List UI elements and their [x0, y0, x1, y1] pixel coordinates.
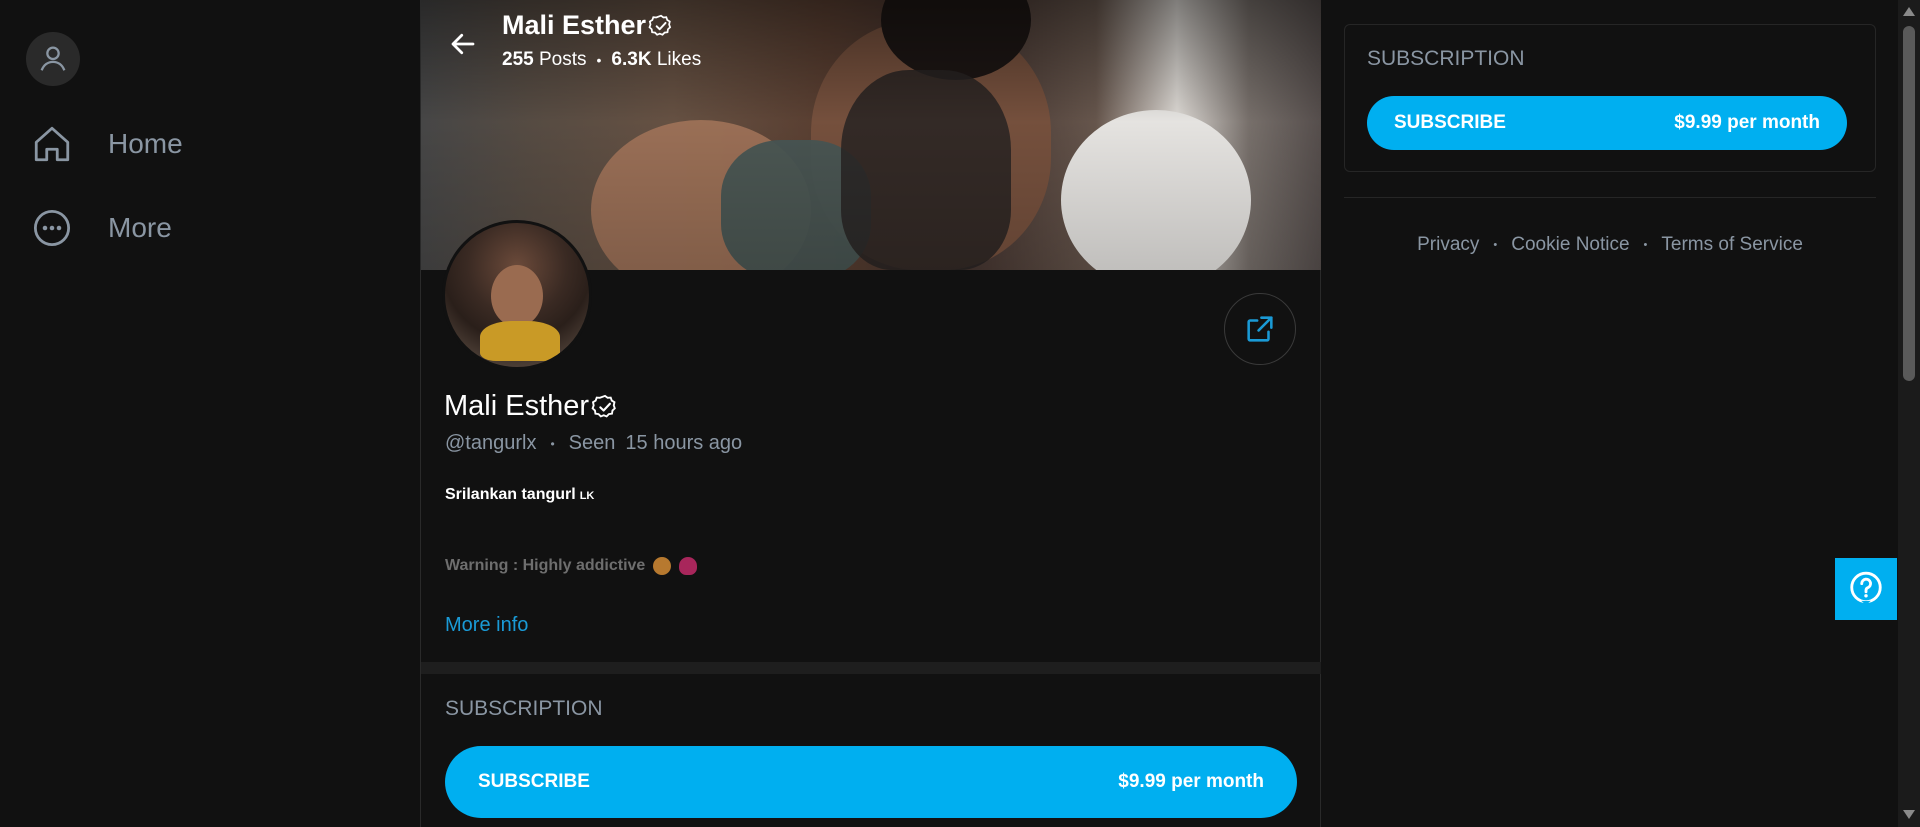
header-stats: 255 Posts • 6.3K Likes [502, 49, 701, 71]
terms-link[interactable]: Terms of Service [1661, 234, 1802, 256]
profile-name-row: Mali Esther [444, 390, 619, 423]
header-title: Mali Esther [502, 10, 674, 41]
left-sidebar: Home More [0, 0, 420, 827]
scroll-down-arrow-icon[interactable] [1903, 810, 1915, 819]
sidebar-item-home[interactable]: Home [30, 122, 183, 166]
verified-icon [648, 14, 672, 36]
verified-icon [591, 394, 616, 418]
bio-text: Srilankan tangurl [445, 486, 576, 503]
separator-dot: • [596, 52, 602, 68]
user-avatar[interactable] [26, 32, 80, 86]
share-icon [1247, 316, 1273, 342]
bio-warning: Warning : Highly addictive [445, 557, 698, 575]
subscribe-price: $9.99 per month [1674, 112, 1820, 133]
help-button[interactable] [1835, 558, 1897, 620]
scroll-thumb[interactable] [1903, 26, 1915, 381]
arrow-left-icon [451, 33, 475, 55]
home-icon [30, 122, 74, 166]
profile-avatar[interactable] [442, 220, 592, 370]
profile-meta: @tangurlx • Seen 15 hours ago [445, 432, 742, 455]
posts-count: 255 [502, 49, 534, 70]
header-name: Mali Esther [502, 10, 647, 40]
sidebar-item-label: More [108, 212, 172, 243]
subscribe-label: SUBSCRIBE [1394, 112, 1506, 133]
seen-label: Seen [568, 432, 616, 454]
profile-handle[interactable]: @tangurlx [445, 432, 536, 455]
separator-dot: • [550, 436, 555, 451]
share-button[interactable] [1224, 293, 1296, 365]
bio-warning-text: Warning : Highly addictive [445, 557, 646, 574]
subscribe-button[interactable]: SUBSCRIBE $9.99 per month [445, 746, 1297, 818]
subscription-title: SUBSCRIPTION [1367, 47, 1525, 70]
profile-name: Mali Esther [444, 390, 590, 422]
more-icon [30, 206, 74, 250]
sidebar-item-label: Home [108, 128, 183, 159]
footer-links: Privacy • Cookie Notice • Terms of Servi… [1344, 234, 1876, 256]
scrollbar[interactable] [1898, 0, 1920, 827]
user-icon [40, 46, 66, 71]
scroll-up-arrow-icon[interactable] [1903, 7, 1915, 16]
subscribe-price: $9.99 per month [1118, 771, 1264, 792]
divider [1344, 197, 1876, 198]
cookie-notice-link[interactable]: Cookie Notice [1511, 234, 1629, 256]
separator-dot: • [1493, 239, 1498, 251]
bio-line: Srilankan tangurl LK [445, 486, 594, 504]
lips-emoji-icon [679, 557, 698, 575]
subscription-title: SUBSCRIPTION [445, 697, 603, 720]
likes-label: Likes [656, 49, 702, 70]
flag-label: LK [579, 490, 595, 502]
seen-time: 15 hours ago [625, 432, 743, 454]
hot-face-emoji-icon [653, 557, 672, 575]
separator-dot: • [1643, 239, 1648, 251]
posts-label: Posts [538, 49, 587, 70]
likes-count: 6.3K [611, 49, 652, 70]
right-column: SUBSCRIPTION SUBSCRIBE $9.99 per month P… [1322, 0, 1902, 827]
sidebar-item-more[interactable]: More [30, 206, 172, 250]
more-info-link[interactable]: More info [445, 614, 528, 637]
subscribe-button[interactable]: SUBSCRIBE $9.99 per month [1367, 96, 1847, 150]
profile-column: Mali Esther 255 Posts • 6.3K Likes Mali … [420, 0, 1321, 827]
privacy-link[interactable]: Privacy [1417, 234, 1479, 256]
subscription-card: SUBSCRIPTION SUBSCRIBE $9.99 per month [1344, 24, 1876, 172]
section-divider [421, 662, 1321, 674]
help-question-icon [1850, 571, 1882, 605]
subscribe-label: SUBSCRIBE [478, 771, 590, 792]
back-button[interactable] [441, 22, 485, 66]
